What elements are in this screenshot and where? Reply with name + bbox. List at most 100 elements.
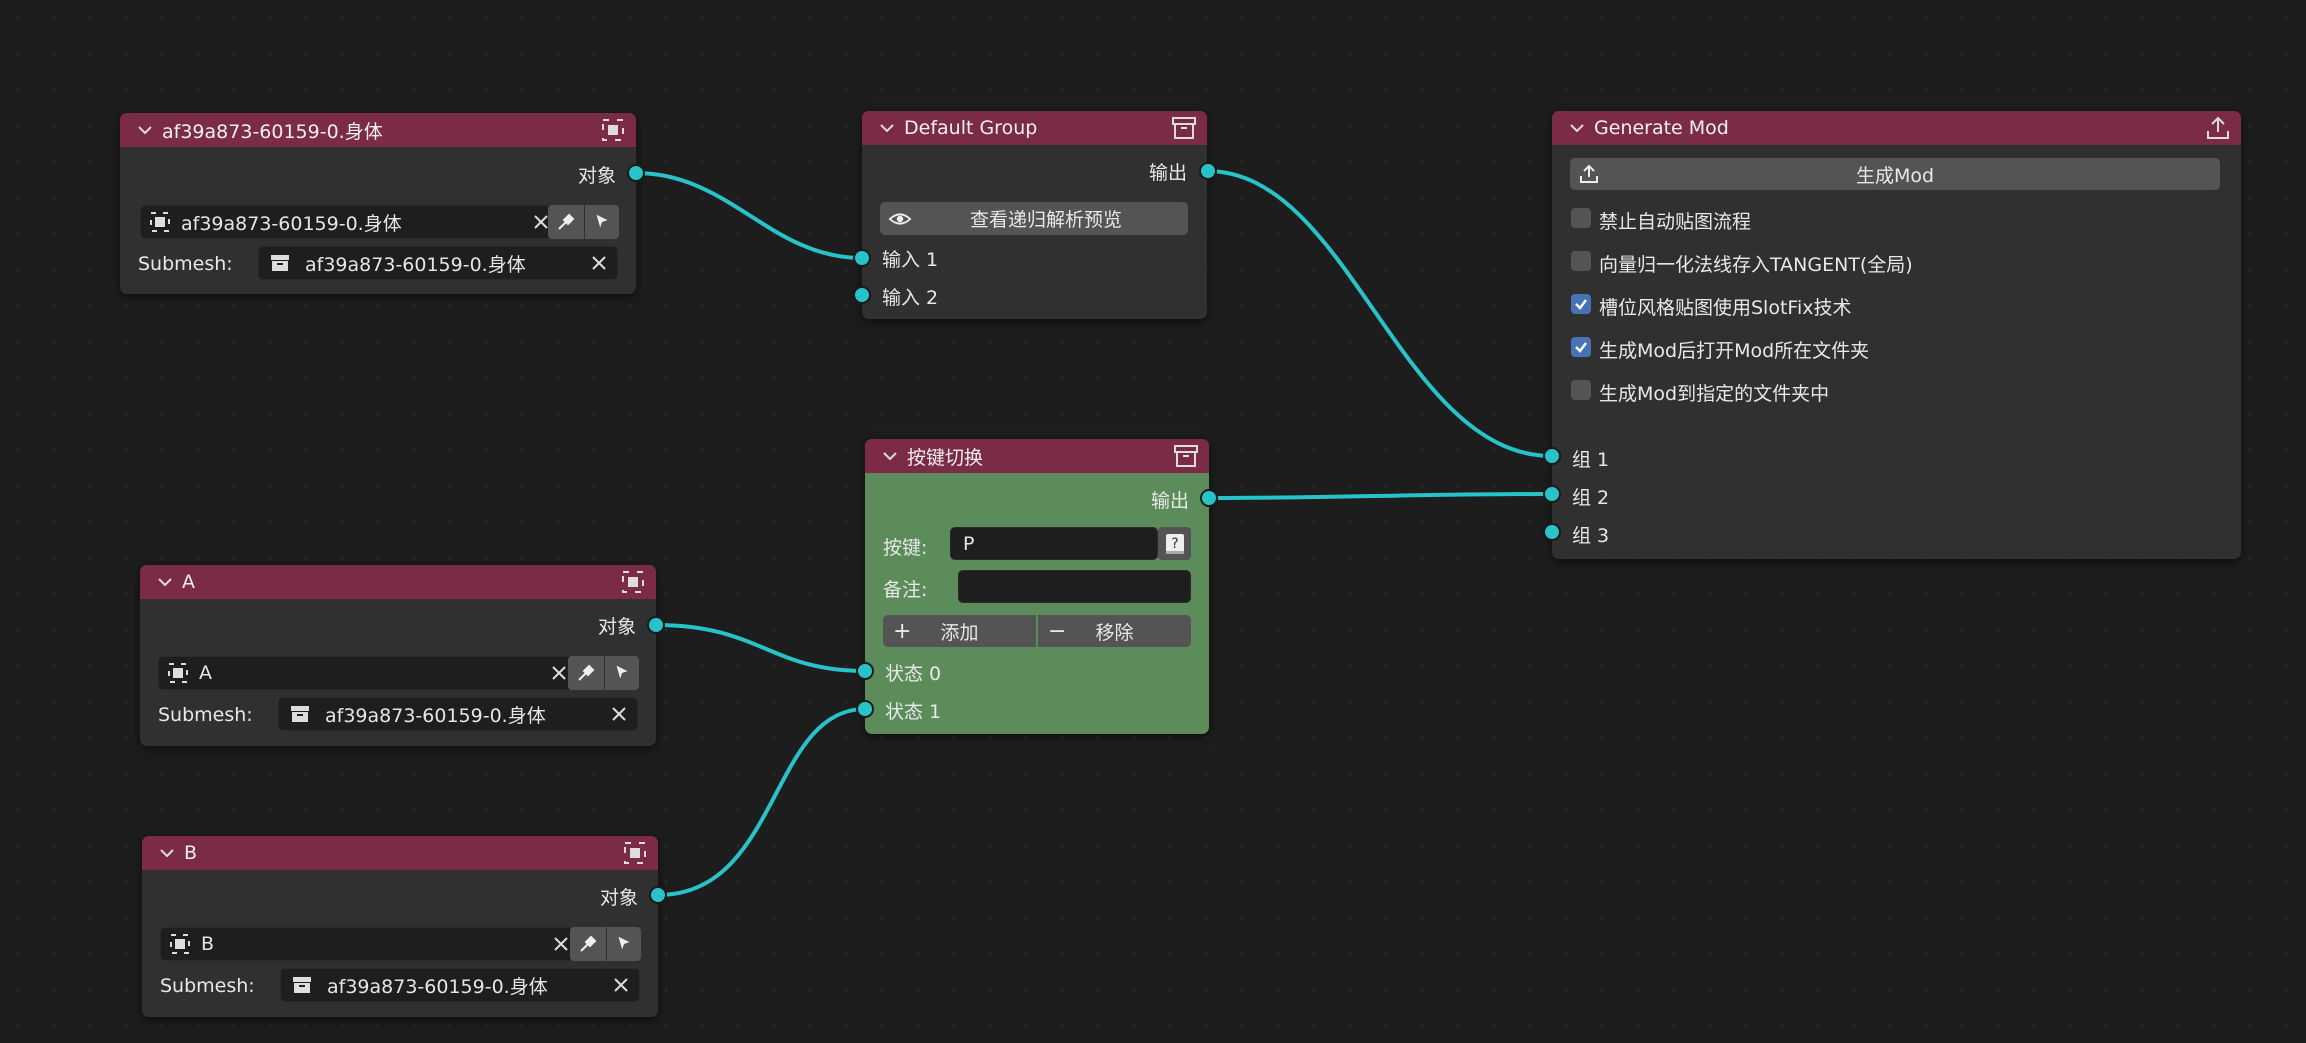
eyedropper-icon	[558, 213, 575, 230]
checkmark-icon	[1575, 299, 1587, 310]
submesh-field[interactable]: af39a873-60159-0.身体	[258, 246, 618, 280]
option-checkbox-2[interactable]	[1571, 251, 1591, 271]
state-0-label: 状态 0	[885, 663, 942, 685]
key-label: 按键:	[883, 537, 928, 559]
key-switch-node[interactable]: 按键切换 输出 按键: P ? 备注: + 添加 − 移除 状态 0 状态 1	[865, 439, 1209, 734]
select-pointer-button[interactable]	[585, 205, 619, 239]
object-field[interactable]: B	[160, 927, 580, 961]
archive-icon	[1172, 117, 1196, 139]
chevron-down-icon[interactable]	[158, 844, 176, 862]
node-header[interactable]: B	[142, 836, 658, 870]
submesh-field[interactable]: af39a873-60159-0.身体	[278, 697, 638, 731]
output-socket[interactable]	[649, 886, 667, 904]
link-key-switch-to-generate	[1207, 492, 1554, 500]
group-1-socket[interactable]	[1543, 447, 1561, 465]
archive-icon	[293, 977, 311, 993]
default-group-node[interactable]: Default Group 输出 查看递归解析预览 输入 1 输入 2	[862, 111, 1207, 319]
output-socket[interactable]	[1199, 162, 1217, 180]
clear-icon[interactable]	[591, 255, 607, 271]
submesh-value: af39a873-60159-0.身体	[325, 704, 546, 727]
object-field[interactable]: af39a873-60159-0.身体	[140, 205, 560, 239]
eyedropper-icon	[580, 935, 597, 952]
select-pointer-button[interactable]	[605, 656, 639, 690]
input-2-socket[interactable]	[853, 286, 871, 304]
option-checkbox-3[interactable]	[1571, 294, 1591, 314]
clear-icon[interactable]	[611, 706, 627, 722]
object-icon	[168, 663, 188, 683]
eyedropper-button[interactable]	[568, 656, 604, 690]
output-label: 对象	[577, 165, 616, 187]
select-pointer-button[interactable]	[607, 927, 641, 961]
generate-mod-button[interactable]: 生成Mod	[1570, 158, 2220, 190]
group-3-socket[interactable]	[1543, 523, 1561, 541]
question-book-icon: ?	[1165, 533, 1184, 554]
chevron-down-icon[interactable]	[1568, 119, 1586, 137]
output-label: 对象	[597, 616, 636, 638]
option-checkbox-5[interactable]	[1571, 380, 1591, 400]
state-0-socket[interactable]	[856, 662, 874, 680]
chevron-down-icon[interactable]	[156, 573, 174, 591]
svg-text:?: ?	[1171, 536, 1178, 552]
clear-icon[interactable]	[551, 665, 567, 681]
object-field[interactable]: A	[158, 656, 578, 690]
remove-button[interactable]: − 移除	[1038, 615, 1191, 647]
node-header[interactable]: 按键切换	[865, 439, 1209, 473]
node-title: 按键切换	[907, 446, 984, 469]
node-title: af39a873-60159-0.身体	[162, 120, 383, 143]
object-frame-icon	[602, 119, 624, 141]
clear-icon[interactable]	[613, 977, 629, 993]
add-button-label: 添加	[940, 621, 979, 644]
eyedropper-button[interactable]	[570, 927, 606, 961]
node-header[interactable]: af39a873-60159-0.身体	[120, 113, 636, 147]
checkmark-icon	[1575, 342, 1587, 353]
chevron-down-icon[interactable]	[136, 121, 154, 139]
node-header[interactable]: A	[140, 565, 656, 599]
output-socket[interactable]	[627, 164, 645, 182]
submesh-label: Submesh:	[138, 253, 233, 275]
state-1-label: 状态 1	[885, 701, 942, 723]
option-checkbox-1[interactable]	[1571, 208, 1591, 228]
object-node-b[interactable]: B 对象 B Submesh: af39a873-60159-0.身体	[142, 836, 658, 1017]
export-icon	[1580, 164, 1598, 183]
eyedropper-button[interactable]	[548, 205, 584, 239]
archive-icon	[271, 255, 289, 271]
node-header[interactable]: Generate Mod	[1552, 111, 2241, 145]
state-1-socket[interactable]	[856, 700, 874, 718]
clear-icon[interactable]	[553, 936, 569, 952]
clear-icon[interactable]	[533, 214, 549, 230]
eyedropper-icon	[578, 664, 595, 681]
node-title: Default Group	[904, 117, 1038, 139]
object-node-body[interactable]: af39a873-60159-0.身体 对象 af39a873-60159-0.…	[120, 113, 636, 294]
output-socket[interactable]	[1200, 489, 1218, 507]
output-socket[interactable]	[647, 616, 665, 634]
output-label: 输出	[1150, 490, 1189, 512]
option-label-4: 生成Mod后打开Mod所在文件夹	[1599, 340, 1870, 362]
link-nodeB-to-key-switch	[656, 707, 867, 897]
object-value: B	[201, 933, 215, 955]
group-2-socket[interactable]	[1543, 485, 1561, 503]
object-node-a[interactable]: A 对象 A Submesh: af39a873-60159-0.身体	[140, 565, 656, 746]
preview-button[interactable]: 查看递归解析预览	[880, 202, 1188, 235]
group-3-label: 组 3	[1572, 525, 1610, 547]
key-input[interactable]: P	[950, 527, 1158, 560]
key-help-button[interactable]: ?	[1158, 527, 1191, 560]
add-button[interactable]: + 添加	[883, 615, 1036, 647]
chevron-down-icon[interactable]	[881, 447, 899, 465]
link-default-group-to-generate	[1205, 169, 1554, 458]
input-2-label: 输入 2	[882, 287, 939, 309]
object-value: af39a873-60159-0.身体	[181, 212, 402, 235]
input-1-socket[interactable]	[853, 249, 871, 267]
link-node1-to-default-group	[634, 171, 864, 260]
submesh-field[interactable]: af39a873-60159-0.身体	[280, 968, 640, 1002]
option-label-5: 生成Mod到指定的文件夹中	[1599, 383, 1830, 405]
node-title: B	[184, 842, 198, 864]
chevron-down-icon[interactable]	[878, 119, 896, 137]
node-title: Generate Mod	[1594, 117, 1729, 139]
submesh-value: af39a873-60159-0.身体	[305, 253, 526, 276]
object-icon	[170, 934, 190, 954]
node-header[interactable]: Default Group	[862, 111, 1207, 145]
note-input[interactable]	[958, 570, 1191, 603]
generate-mod-button-label: 生成Mod	[1855, 164, 1935, 187]
option-checkbox-4[interactable]	[1571, 337, 1591, 357]
generate-mod-node[interactable]: Generate Mod 生成Mod 禁止自动贴图流程 向量归一化法线存入TAN…	[1552, 111, 2241, 559]
